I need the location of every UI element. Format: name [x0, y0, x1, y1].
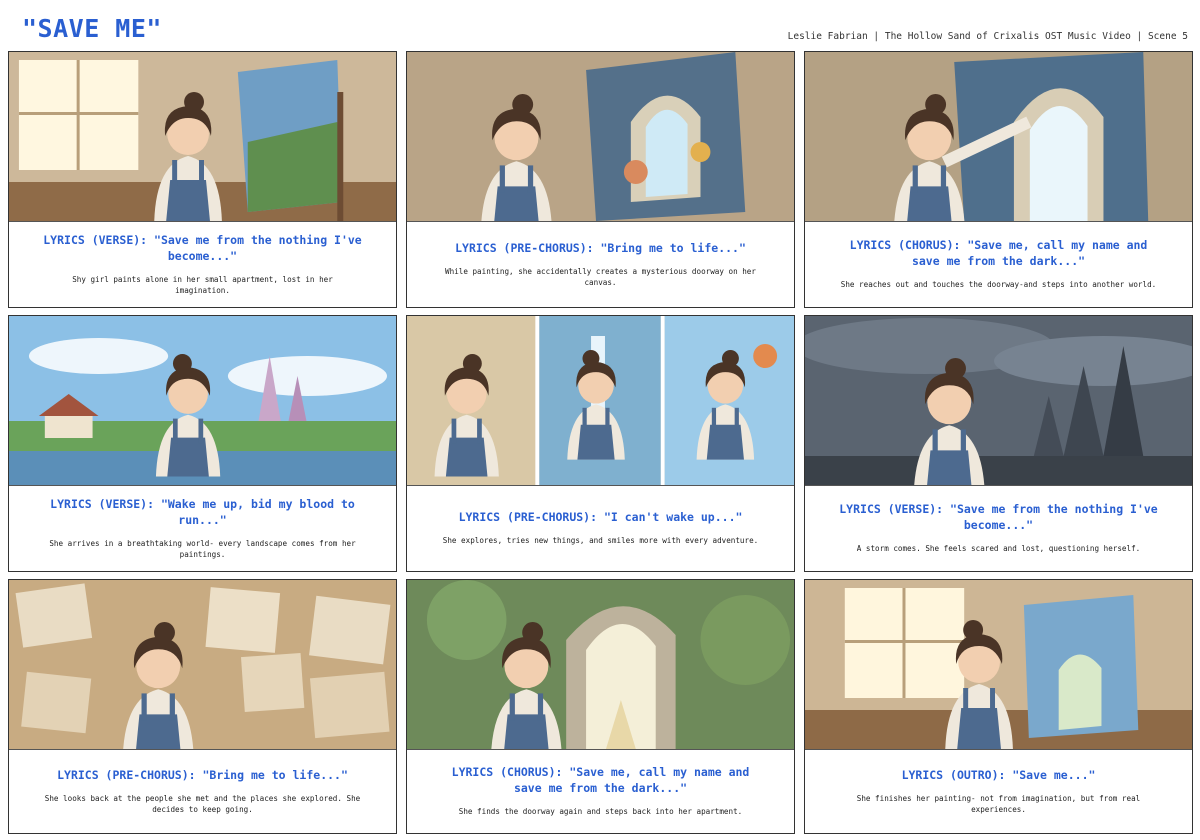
- credit-line: Leslie Fabrian | The Hollow Sand of Crix…: [787, 31, 1188, 42]
- storyboard-panel: LYRICS (OUTRO): "Save me..." She finishe…: [804, 579, 1193, 834]
- panel-illustration-art: [407, 316, 794, 485]
- panel-caption: LYRICS (CHORUS): "Save me, call my name …: [805, 222, 1192, 307]
- lyric-line: LYRICS (VERSE): "Save me from the nothin…: [43, 232, 362, 263]
- panel-illustration-art: [805, 580, 1192, 749]
- panel-illustration: [9, 52, 396, 222]
- scene-description: She finishes her painting- not from imag…: [856, 793, 1141, 814]
- storyboard-panel: LYRICS (CHORUS): "Save me, call my name …: [804, 51, 1193, 308]
- scene-description: She arrives in a breathtaking world- eve…: [49, 538, 356, 559]
- lyric-line: LYRICS (VERSE): "Save me from the nothin…: [839, 502, 1158, 532]
- scene-description: While painting, she accidentally creates…: [445, 266, 756, 287]
- panel-caption: LYRICS (VERSE): "Save me from the nothin…: [805, 486, 1192, 571]
- lyric-line: LYRICS (PRE-CHORUS): "Bring me to life..…: [57, 767, 348, 782]
- page-title: "SAVE ME": [22, 14, 162, 43]
- panel-illustration: [805, 52, 1192, 222]
- storyboard-panel: LYRICS (PRE-CHORUS): "I can't wake up...…: [406, 315, 795, 572]
- panel-caption: LYRICS (PRE-CHORUS): "I can't wake up...…: [407, 486, 794, 571]
- scene-description: A storm comes. She feels scared and lost…: [856, 544, 1141, 553]
- panel-caption: LYRICS (OUTRO): "Save me..." She finishe…: [805, 750, 1192, 833]
- scene-description: She reaches out and touches the doorway-…: [840, 280, 1157, 289]
- lyric-line: LYRICS (CHORUS): "Save me, call my name …: [451, 765, 750, 795]
- panel-caption: LYRICS (PRE-CHORUS): "Bring me to life..…: [407, 222, 794, 307]
- panel-illustration-art: [9, 580, 396, 749]
- storyboard-panel: LYRICS (CHORUS): "Save me, call my name …: [406, 579, 795, 834]
- panel-caption: LYRICS (VERSE): "Save me from the nothin…: [9, 222, 396, 307]
- scene-description: She finds the doorway again and steps ba…: [458, 807, 743, 816]
- panel-illustration-art: [805, 316, 1192, 485]
- panel-illustration: [805, 316, 1192, 486]
- panel-illustration-art: [407, 52, 794, 221]
- panel-illustration: [407, 316, 794, 486]
- lyric-line: LYRICS (PRE-CHORUS): "I can't wake up...…: [458, 510, 743, 524]
- panel-illustration: [9, 316, 396, 486]
- storyboard-panel: LYRICS (PRE-CHORUS): "Bring me to life..…: [8, 579, 397, 834]
- storyboard-grid: LYRICS (VERSE): "Save me from the nothin…: [8, 51, 1193, 834]
- lyric-line: LYRICS (PRE-CHORUS): "Bring me to life..…: [455, 240, 746, 255]
- panel-caption: LYRICS (VERSE): "Wake me up, bid my bloo…: [9, 486, 396, 571]
- lyric-line: LYRICS (OUTRO): "Save me...": [901, 767, 1096, 782]
- storyboard-panel: LYRICS (VERSE): "Wake me up, bid my bloo…: [8, 315, 397, 572]
- panel-illustration: [407, 580, 794, 750]
- storyboard-panel: LYRICS (PRE-CHORUS): "Bring me to life..…: [406, 51, 795, 308]
- panel-caption: LYRICS (PRE-CHORUS): "Bring me to life..…: [9, 750, 396, 833]
- panel-illustration-art: [407, 580, 794, 749]
- panel-illustration: [9, 580, 396, 750]
- panel-illustration-art: [9, 316, 396, 485]
- storyboard-panel: LYRICS (VERSE): "Save me from the nothin…: [8, 51, 397, 308]
- panel-illustration-art: [9, 52, 396, 221]
- panel-caption: LYRICS (CHORUS): "Save me, call my name …: [407, 750, 794, 833]
- panel-illustration: [805, 580, 1192, 750]
- panel-illustration: [407, 52, 794, 222]
- scene-description: Shy girl paints alone in her small apart…: [72, 274, 333, 295]
- scene-description: She explores, tries new things, and smil…: [442, 536, 759, 545]
- storyboard-panel: LYRICS (VERSE): "Save me from the nothin…: [804, 315, 1193, 572]
- panel-illustration-art: [805, 52, 1192, 221]
- lyric-line: LYRICS (CHORUS): "Save me, call my name …: [849, 238, 1148, 268]
- scene-description: She looks back at the people she met and…: [44, 793, 361, 814]
- lyric-line: LYRICS (VERSE): "Wake me up, bid my bloo…: [50, 496, 355, 527]
